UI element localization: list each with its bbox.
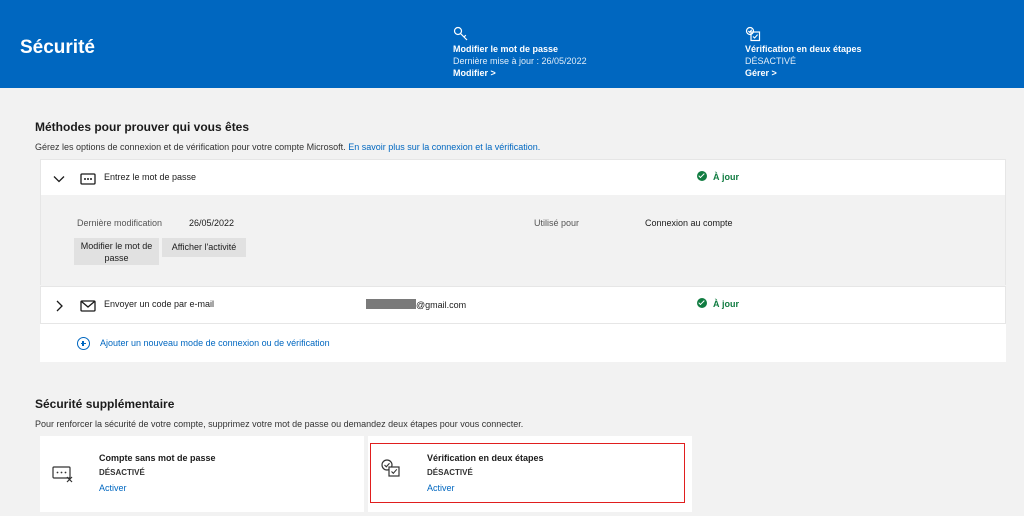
check-circle-icon — [697, 298, 707, 308]
card-title: Vérification en deux étapes — [427, 453, 544, 463]
password-details-panel: Dernière modification 26/05/2022 Utilisé… — [40, 195, 1006, 285]
header-card-change-password: Modifier le mot de passe Dernière mise à… — [453, 26, 587, 79]
activate-two-step-link[interactable]: Activer — [427, 483, 455, 493]
activate-passwordless-link[interactable]: Activer — [99, 483, 127, 493]
learn-more-link[interactable]: En savoir plus sur la connexion et la vé… — [348, 142, 540, 152]
card-title: Compte sans mot de passe — [99, 453, 216, 463]
manage-two-step-link[interactable]: Gérer > — [745, 67, 862, 79]
status-text: À jour — [713, 299, 739, 309]
header-card-subtitle: DÉSACTIVÉ — [745, 56, 797, 66]
methods-section-description: Gérez les options de connexion et de vér… — [35, 142, 540, 152]
add-method-row[interactable]: Ajouter un nouveau mode de connexion ou … — [40, 324, 1006, 362]
password-dots-icon — [80, 173, 96, 185]
header-card-subtitle: Dernière mise à jour : 26/05/2022 — [453, 56, 587, 66]
add-method-link[interactable]: Ajouter un nouveau mode de connexion ou … — [100, 338, 330, 348]
card-state: DÉSACTIVÉ — [99, 468, 145, 477]
modify-password-link[interactable]: Modifier > — [453, 67, 587, 79]
page-title: Sécurité — [20, 37, 95, 58]
method-row-email[interactable]: Envoyer un code par e-mail @gmail.com À … — [40, 286, 1006, 324]
extra-security-description: Pour renforcer la sécurité de votre comp… — [35, 419, 524, 429]
header-card-two-step: Vérification en deux étapes DÉSACTIVÉ Gé… — [745, 26, 862, 79]
page-header: Sécurité Modifier le mot de passe Derniè… — [0, 0, 1024, 88]
passwordless-icon — [52, 466, 73, 483]
status-text: À jour — [713, 172, 739, 182]
methods-section-title: Méthodes pour prouver qui vous êtes — [35, 120, 250, 134]
key-icon — [453, 26, 468, 41]
change-password-button[interactable]: Modifier le mot de passe — [74, 238, 159, 265]
method-label: Envoyer un code par e-mail — [104, 299, 215, 309]
header-card-title: Vérification en deux étapes — [745, 44, 862, 54]
used-for-label: Utilisé pour — [534, 218, 580, 228]
last-modified-label: Dernière modification — [77, 218, 163, 228]
card-two-step: Vérification en deux étapes DÉSACTIVÉ Ac… — [368, 436, 692, 512]
method-label: Entrez le mot de passe — [104, 172, 197, 182]
check-circle-icon — [697, 171, 707, 181]
email-address: @gmail.com — [366, 299, 466, 310]
mail-icon — [80, 300, 96, 312]
add-circle-icon[interactable] — [77, 337, 90, 350]
email-suffix: @gmail.com — [416, 300, 467, 310]
card-passwordless: Compte sans mot de passe DÉSACTIVÉ Activ… — [40, 436, 364, 512]
view-activity-button[interactable]: Afficher l'activité — [162, 238, 246, 257]
two-step-icon — [745, 26, 761, 42]
chevron-down-icon[interactable] — [52, 172, 66, 186]
extra-security-title: Sécurité supplémentaire — [35, 397, 175, 411]
methods-description-text: Gérez les options de connexion et de vér… — [35, 142, 346, 152]
status-badge: À jour — [697, 171, 739, 182]
redacted-block — [366, 299, 416, 309]
two-step-icon — [381, 459, 400, 477]
used-for-value: Connexion au compte — [645, 218, 733, 228]
method-row-password[interactable]: Entrez le mot de passe À jour — [40, 159, 1006, 197]
last-modified-value: 26/05/2022 — [189, 218, 235, 228]
chevron-right-icon[interactable] — [52, 299, 66, 313]
card-state: DÉSACTIVÉ — [427, 468, 473, 477]
status-badge: À jour — [697, 298, 739, 309]
header-card-title: Modifier le mot de passe — [453, 44, 559, 54]
